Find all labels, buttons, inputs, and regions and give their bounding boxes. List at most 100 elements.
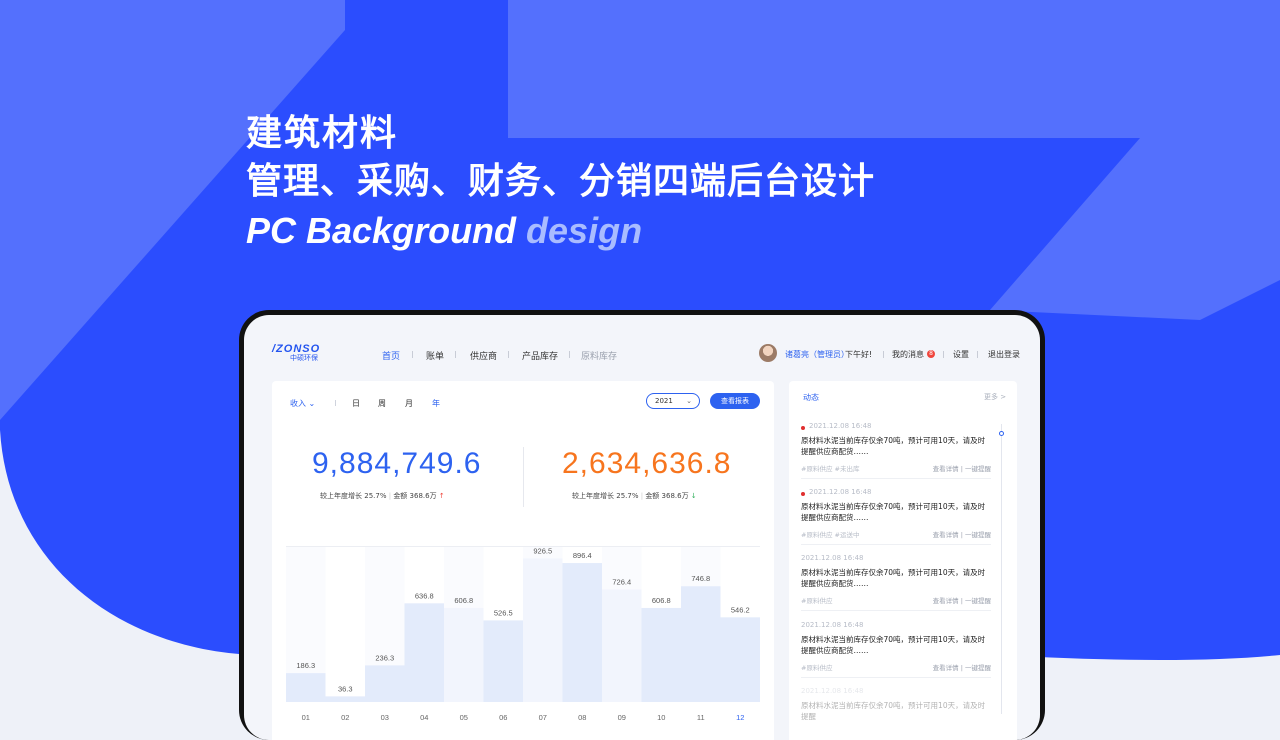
- hero-english-title: PC Background design: [246, 210, 642, 252]
- chart-data-label: 926.5: [533, 547, 552, 555]
- chart-bar[interactable]: [365, 665, 405, 702]
- chart-data-label: 526.5: [494, 608, 513, 617]
- chart-bar[interactable]: [602, 589, 642, 702]
- activity-item[interactable]: 2021.12.08 16:48 原材料水泥当前库存仅余70吨，预计可用10天，…: [801, 422, 991, 488]
- chart-data-label: 186.3: [296, 661, 315, 670]
- chart-x-tick-label[interactable]: 05: [460, 713, 468, 722]
- chart-bar[interactable]: [720, 617, 761, 702]
- activity-tags: #原料供应: [801, 664, 833, 672]
- avatar[interactable]: [759, 344, 777, 362]
- remind-link[interactable]: 一键提醒: [965, 531, 991, 539]
- top-nav: /ZONSO 中硕环保 首页 账单 供应商 产品库存 原料库存 诸葛亮（管理员）…: [244, 315, 1040, 375]
- activity-item[interactable]: 2021.12.08 16:48 原材料水泥当前库存仅余70吨，预计可用10天，…: [801, 488, 991, 554]
- kpi-stats-income: 较上年度增长 25.7% | 金额 368.6万 ↑: [320, 491, 445, 501]
- chart-data-label: 546.2: [731, 605, 750, 614]
- nav-suppliers[interactable]: 供应商: [470, 349, 497, 362]
- nav-separator: [412, 351, 413, 358]
- chart-x-tick-label[interactable]: 09: [618, 713, 626, 722]
- activity-more-link[interactable]: 更多 >: [984, 392, 1006, 402]
- item-divider: [801, 544, 991, 545]
- income-filter-label: 收入: [290, 399, 306, 408]
- activity-item[interactable]: 2021.12.08 16:48 原材料水泥当前库存仅余70吨，预计可用10天，…: [801, 687, 991, 740]
- chart-bar[interactable]: [444, 607, 484, 702]
- chart-x-tick-label[interactable]: 04: [420, 713, 428, 722]
- tab-day[interactable]: 日: [352, 398, 360, 409]
- chart-x-tick-label[interactable]: 07: [539, 713, 547, 722]
- kpi-value-income: 9,884,749.6: [312, 447, 482, 480]
- activity-actions: 查看详情 | 一键提醒: [932, 664, 991, 672]
- activity-text: 原材料水泥当前库存仅余70吨，预计可用10天，请及时提醒: [801, 701, 986, 721]
- year-select[interactable]: 2021 ⌄: [646, 393, 700, 409]
- chart-bar[interactable]: [404, 603, 445, 702]
- activity-text: 原材料水泥当前库存仅余70吨，预计可用10天，请及时提醒供应商配货……: [801, 635, 986, 655]
- kpi-value-expense: 2,634,636.8: [562, 447, 732, 480]
- nav-home[interactable]: 首页: [382, 349, 400, 362]
- tab-week[interactable]: 周: [378, 398, 386, 409]
- messages-link[interactable]: 我的消息: [892, 349, 924, 360]
- logo-text: /ZONSO: [272, 343, 321, 355]
- yoy-value: 25.7%: [364, 492, 387, 500]
- income-card: 收入 ⌄ 日 周 月 年 2021 ⌄ 查看报表 9,884,749.6 较上年度…: [272, 381, 774, 740]
- chart-data-label: 746.8: [691, 574, 710, 583]
- remind-link[interactable]: 一键提醒: [965, 664, 991, 672]
- chart-data-label: 36.3: [338, 684, 353, 693]
- income-filter-dropdown[interactable]: 收入 ⌄: [290, 398, 315, 409]
- chart-x-tick-label[interactable]: 01: [302, 713, 310, 722]
- chart-bar[interactable]: [523, 558, 563, 702]
- chart-x-tick-label[interactable]: 08: [578, 713, 586, 722]
- chart-x-tick-label[interactable]: 03: [381, 713, 389, 722]
- tab-year[interactable]: 年: [432, 398, 440, 409]
- user-name[interactable]: 诸葛亮（管理员）: [785, 349, 849, 360]
- activity-tags: #原料供应: [801, 597, 833, 605]
- amount-value: 368.6万: [661, 492, 689, 500]
- amount-value: 368.6万: [409, 492, 437, 500]
- tab-month[interactable]: 月: [405, 398, 413, 409]
- trend-up-icon: ↑: [438, 492, 445, 500]
- monthly-bar-chart: 186.3 01 36.3 02 236.3 03 636.8 04 606.8 05 526.5 0…: [286, 547, 761, 722]
- activity-card: 动态 更多 > 2021.12.08 16:48 原材料水泥当前库存仅余70吨，…: [789, 381, 1017, 740]
- chart-data-label: 606.8: [454, 596, 473, 605]
- nav-separator: [508, 351, 509, 358]
- chart-data-label: 236.3: [375, 653, 394, 662]
- view-details-link[interactable]: 查看详情: [933, 531, 959, 539]
- chart-x-tick-label[interactable]: 10: [657, 713, 665, 722]
- hero-english-dim: design: [526, 210, 643, 251]
- remind-link[interactable]: 一键提醒: [965, 597, 991, 605]
- nav-separator: [943, 351, 944, 358]
- logo[interactable]: /ZONSO 中硕环保: [272, 344, 320, 363]
- settings-link[interactable]: 设置: [953, 349, 969, 360]
- activity-actions: 查看详情 | 一键提醒: [932, 531, 991, 539]
- chart-bar[interactable]: [325, 696, 366, 702]
- view-details-link[interactable]: 查看详情: [933, 465, 959, 473]
- chevron-down-icon: ⌄: [308, 399, 316, 408]
- chart-x-tick-label[interactable]: 12: [736, 713, 744, 722]
- activity-item[interactable]: 2021.12.08 16:48 原材料水泥当前库存仅余70吨，预计可用10天，…: [801, 554, 991, 620]
- view-details-link[interactable]: 查看详情: [933, 597, 959, 605]
- chart-x-tick-label[interactable]: 11: [697, 713, 705, 722]
- chart-bar[interactable]: [562, 563, 603, 702]
- logo-subtext: 中硕环保: [290, 354, 318, 362]
- view-report-button[interactable]: 查看报表: [710, 393, 760, 409]
- nav-product-stock[interactable]: 产品库存: [522, 349, 558, 362]
- year-select-value: 2021: [655, 397, 673, 405]
- amount-label: 金额: [393, 492, 408, 500]
- chart-bar[interactable]: [286, 673, 326, 702]
- nav-bills[interactable]: 账单: [426, 349, 444, 362]
- chart-x-tick-label[interactable]: 02: [341, 713, 349, 722]
- chart-data-label: 896.4: [573, 551, 592, 560]
- chart-bar[interactable]: [483, 620, 524, 702]
- greeting: 下午好!: [845, 350, 873, 359]
- logout-link[interactable]: 退出登录: [988, 349, 1020, 360]
- nav-separator: [977, 351, 978, 358]
- amount-label: 金额: [645, 492, 660, 500]
- chart-x-tick-label[interactable]: 06: [499, 713, 507, 722]
- nav-material-stock[interactable]: 原料库存: [581, 349, 617, 362]
- chart-column-bg: [325, 547, 365, 702]
- chart-bar[interactable]: [681, 586, 721, 702]
- scrollbar-track[interactable]: [1001, 424, 1002, 714]
- view-details-link[interactable]: 查看详情: [933, 664, 959, 672]
- chart-bar[interactable]: [641, 607, 682, 702]
- activity-item[interactable]: 2021.12.08 16:48 原材料水泥当前库存仅余70吨，预计可用10天，…: [801, 621, 991, 687]
- scrollbar-thumb[interactable]: [999, 431, 1004, 436]
- remind-link[interactable]: 一键提醒: [965, 465, 991, 473]
